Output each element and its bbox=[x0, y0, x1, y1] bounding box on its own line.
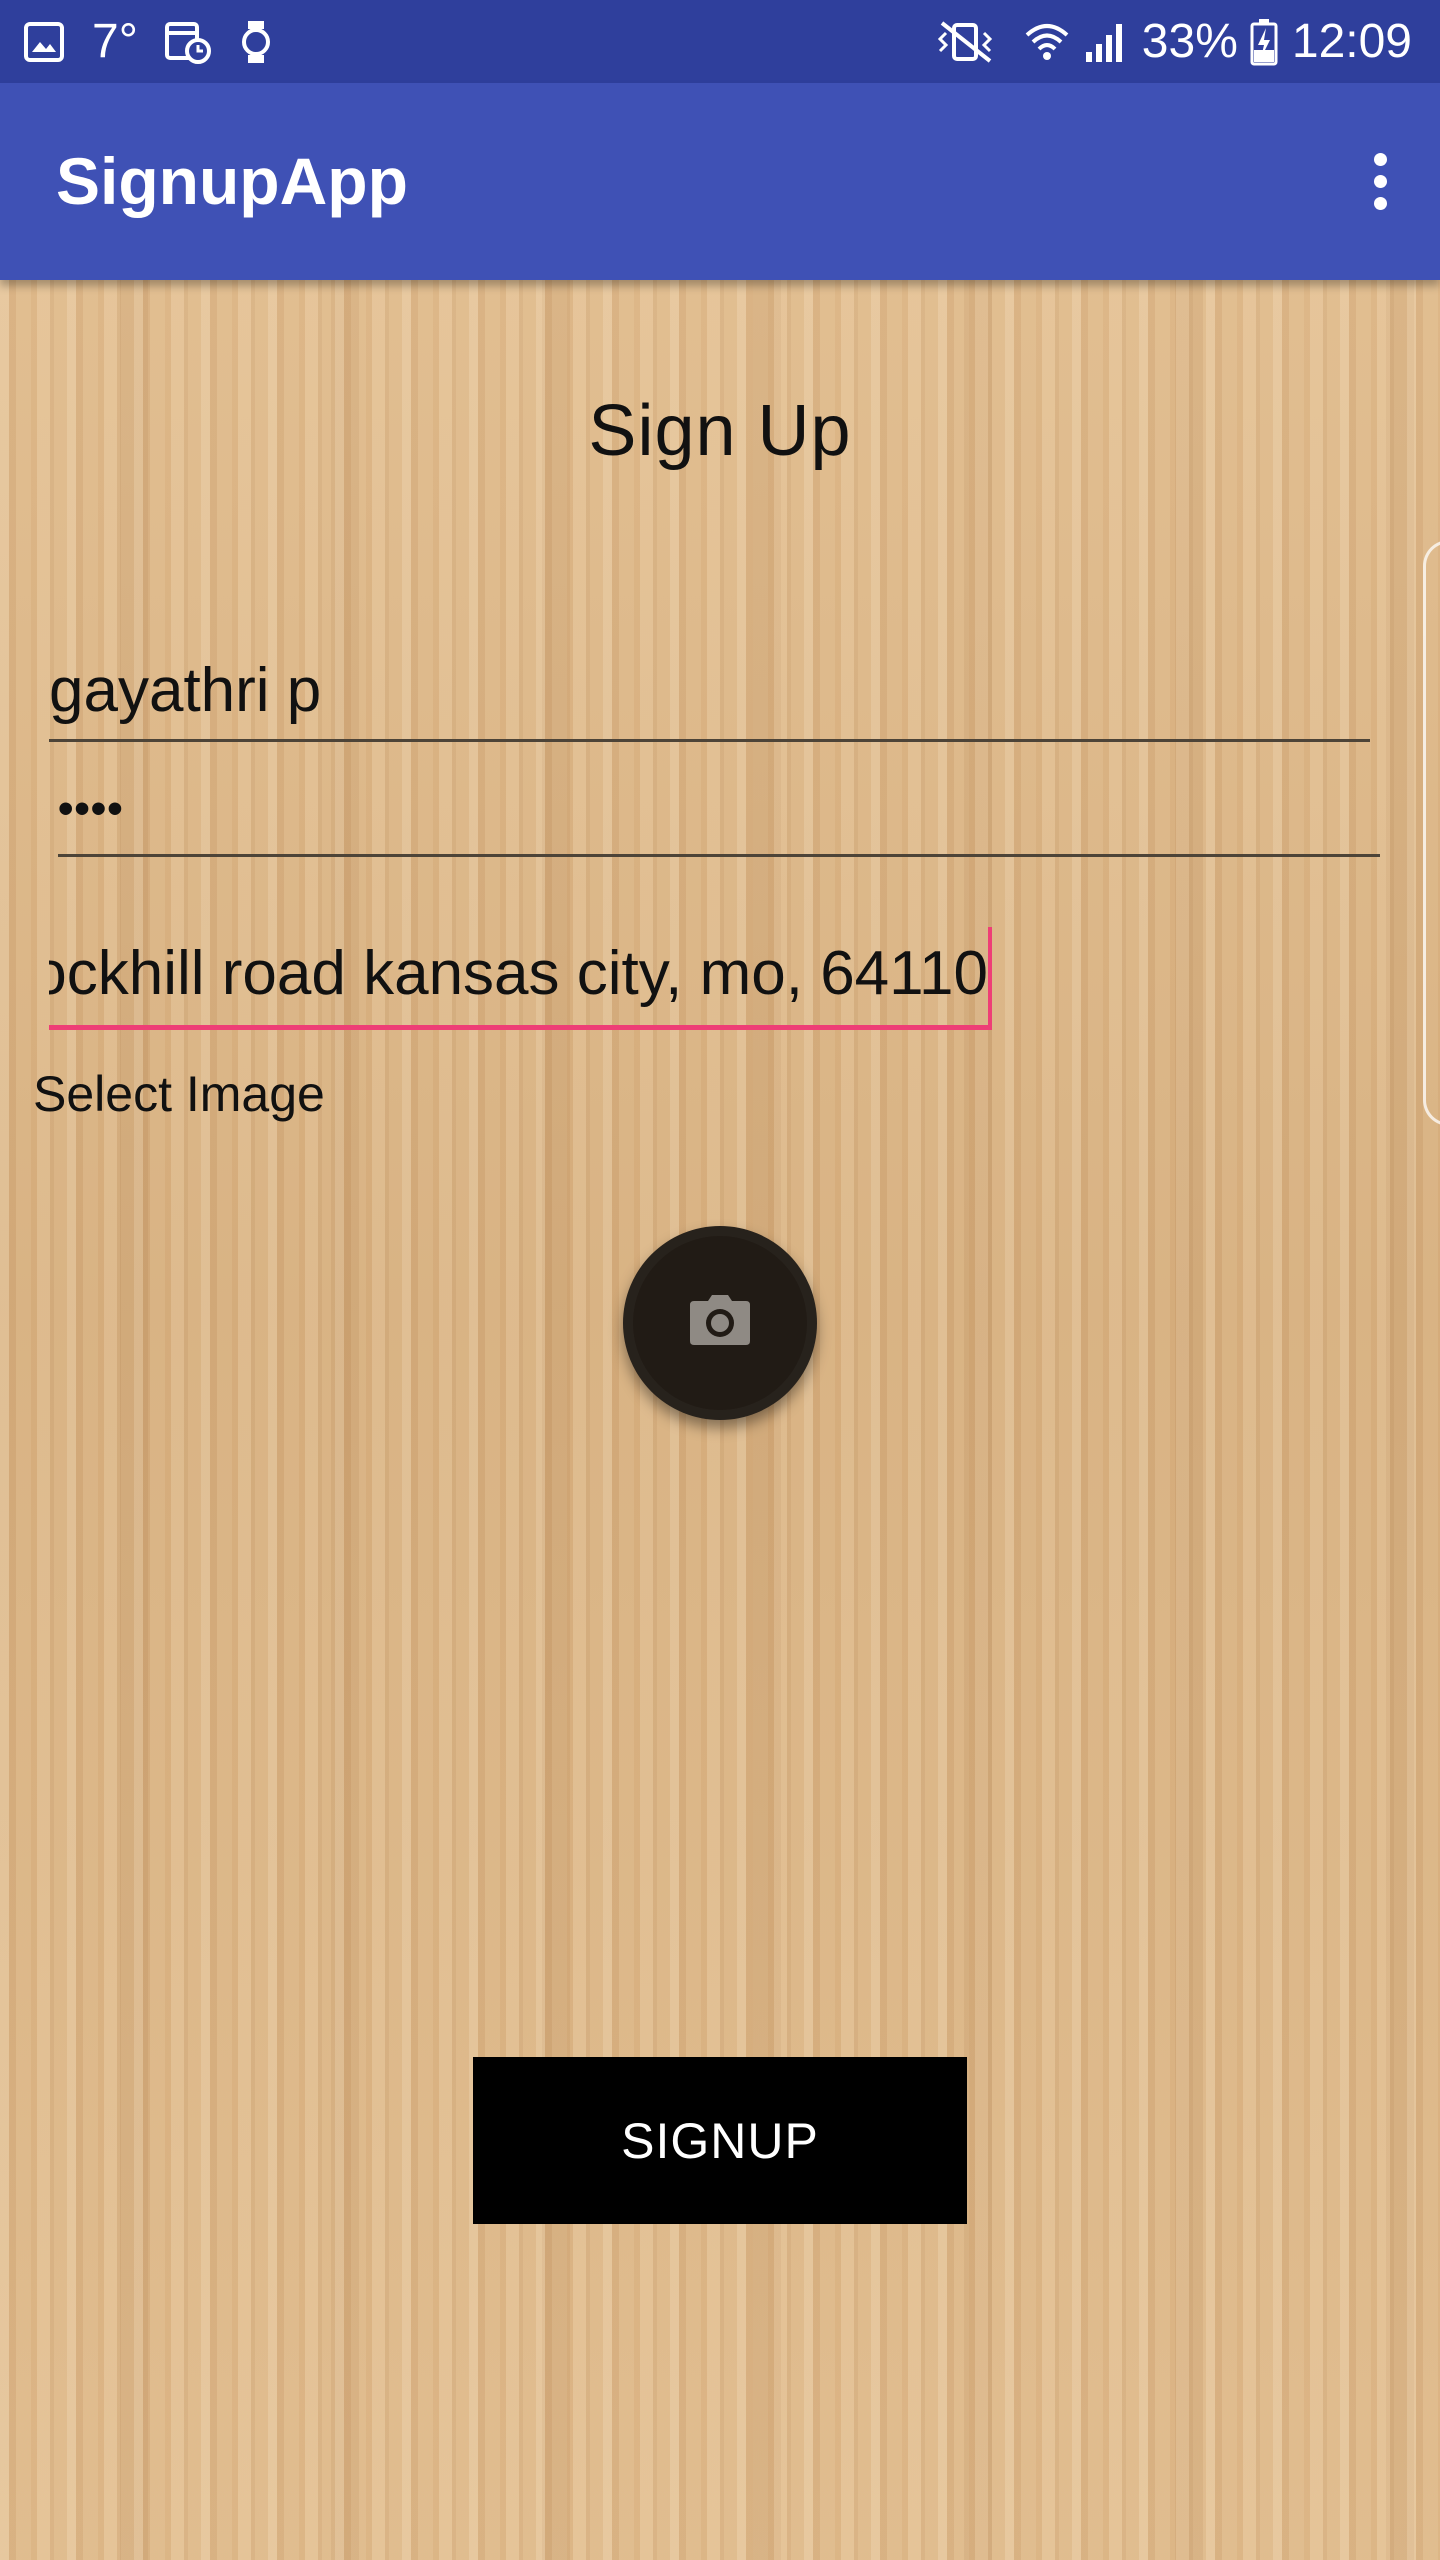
password-underline bbox=[58, 854, 1380, 857]
watch-icon bbox=[238, 19, 274, 65]
page-title: Sign Up bbox=[588, 391, 852, 471]
signup-screen: 7° 33% 12:09 SignupApp Sign Up gayathri … bbox=[0, 0, 1440, 2560]
name-field[interactable]: gayathri p bbox=[49, 625, 1370, 742]
name-value: gayathri p bbox=[49, 656, 322, 725]
text-cursor bbox=[988, 927, 992, 1025]
password-value: •••• bbox=[58, 784, 124, 833]
select-image-label: Select Image bbox=[33, 1066, 325, 1122]
app-title: SignupApp bbox=[56, 144, 408, 218]
more-vert-icon[interactable] bbox=[1340, 141, 1420, 221]
clock-time: 12:09 bbox=[1291, 14, 1412, 68]
signup-button[interactable]: SIGNUP bbox=[473, 2057, 967, 2224]
status-left: 7° bbox=[22, 0, 274, 83]
wifi-icon bbox=[1024, 19, 1070, 65]
calendar-alarm-icon bbox=[164, 19, 212, 65]
temperature-text: 7° bbox=[92, 14, 138, 68]
password-field[interactable]: •••• bbox=[58, 755, 1380, 857]
battery-charging-icon bbox=[1250, 18, 1278, 66]
address-field[interactable]: ockhill road kansas city, mo, 64110 bbox=[49, 905, 992, 1030]
app-bar: SignupApp bbox=[0, 83, 1440, 280]
edge-panel-handle[interactable] bbox=[1423, 540, 1440, 1126]
name-underline bbox=[49, 739, 1370, 742]
wood-background: Sign Up gayathri p •••• ockhill road kan… bbox=[0, 280, 1440, 2560]
status-bar: 7° 33% 12:09 bbox=[0, 0, 1440, 83]
status-right: 33% 12:09 bbox=[934, 0, 1412, 83]
address-value: ockhill road kansas city, mo, 64110 bbox=[49, 939, 988, 1008]
gallery-icon bbox=[22, 20, 66, 64]
address-underline-focused bbox=[49, 1025, 992, 1030]
battery-percent: 33% bbox=[1141, 14, 1238, 68]
vibrate-mute-icon bbox=[934, 19, 998, 65]
camera-button[interactable] bbox=[623, 1226, 817, 1420]
signal-icon bbox=[1084, 20, 1128, 64]
camera-icon bbox=[688, 1295, 752, 1351]
